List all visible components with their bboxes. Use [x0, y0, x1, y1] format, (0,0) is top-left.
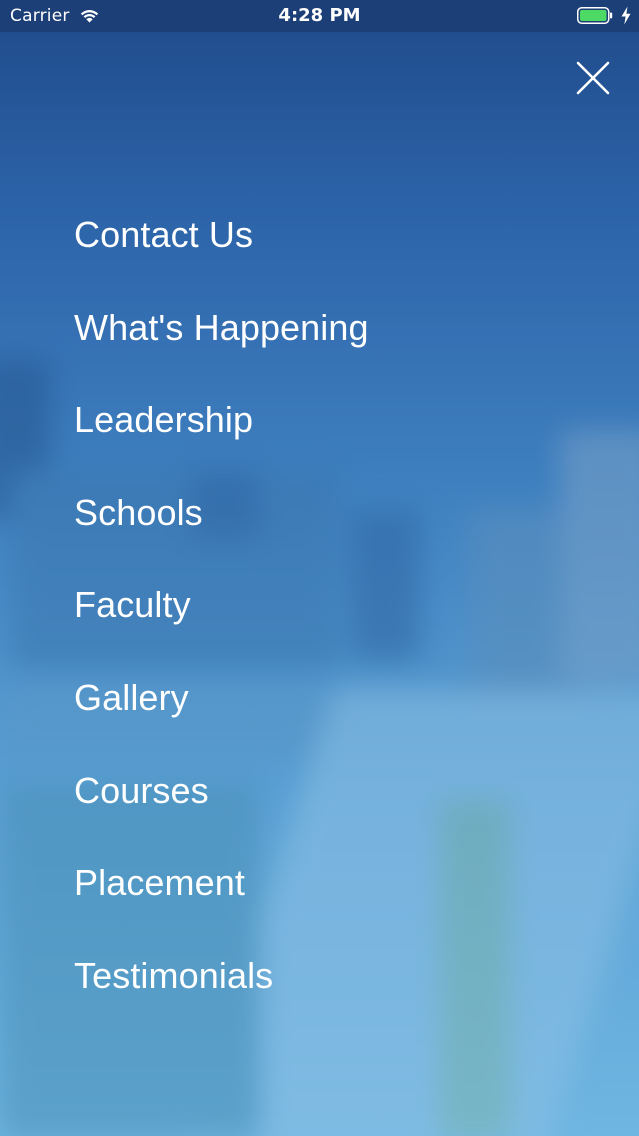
- menu-item-testimonials[interactable]: Testimonials: [74, 946, 369, 1039]
- menu-item-label[interactable]: What's Happening: [74, 298, 369, 358]
- navigation-menu: Contact Us What's Happening Leadership S…: [74, 205, 369, 1038]
- status-bar: Carrier 4:28 PM: [0, 0, 639, 32]
- close-icon[interactable]: [572, 57, 614, 99]
- menu-item-label[interactable]: Schools: [74, 483, 203, 543]
- menu-item-label[interactable]: Faculty: [74, 575, 191, 635]
- battery-full-icon: [577, 7, 613, 24]
- menu-item-placement[interactable]: Placement: [74, 853, 369, 946]
- clock: 4:28 PM: [278, 5, 361, 26]
- menu-item-whats-happening[interactable]: What's Happening: [74, 298, 369, 391]
- menu-screen: Carrier 4:28 PM Contact Us What's Happen…: [0, 0, 639, 1136]
- menu-item-label[interactable]: Testimonials: [74, 946, 273, 1006]
- menu-item-label[interactable]: Leadership: [74, 390, 253, 450]
- menu-item-gallery[interactable]: Gallery: [74, 668, 369, 761]
- menu-item-schools[interactable]: Schools: [74, 483, 369, 576]
- menu-item-label[interactable]: Placement: [74, 853, 245, 913]
- menu-item-courses[interactable]: Courses: [74, 761, 369, 854]
- menu-item-label[interactable]: Contact Us: [74, 205, 253, 265]
- menu-item-contact-us[interactable]: Contact Us: [74, 205, 369, 298]
- menu-item-label[interactable]: Gallery: [74, 668, 189, 728]
- menu-item-leadership[interactable]: Leadership: [74, 390, 369, 483]
- bolt-icon: [621, 6, 631, 25]
- menu-item-label[interactable]: Courses: [74, 761, 209, 821]
- menu-item-faculty[interactable]: Faculty: [74, 575, 369, 668]
